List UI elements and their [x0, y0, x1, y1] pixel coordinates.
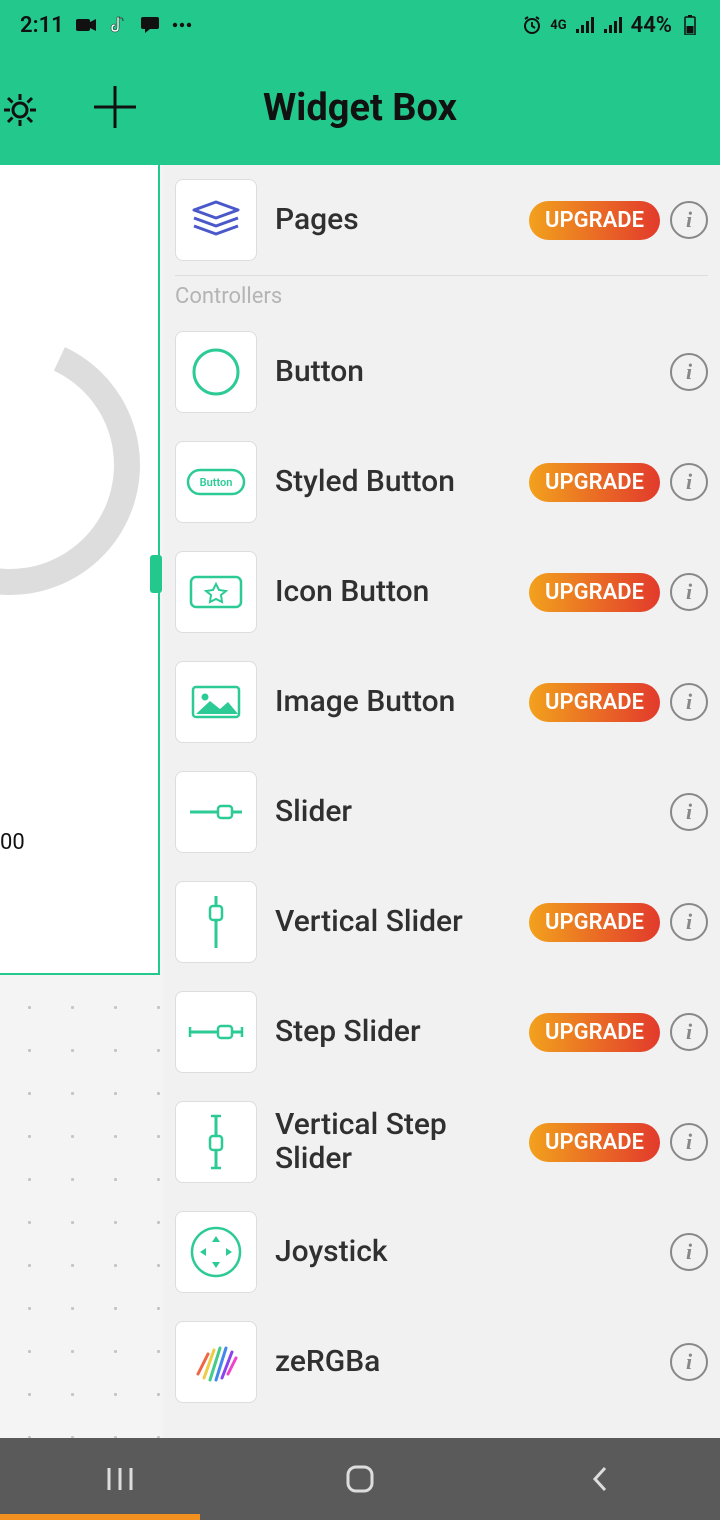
widget-label: Step Slider	[257, 1015, 529, 1050]
slider-icon	[175, 771, 257, 853]
widget-panel: Pages UPGRADE i Controllers Button i But…	[163, 165, 720, 1520]
widget-label: Icon Button	[257, 575, 529, 610]
widget-item-vertical-step-slider[interactable]: Vertical Step Slider UPGRADE i	[163, 1087, 720, 1197]
step-slider-icon	[175, 991, 257, 1073]
upgrade-badge[interactable]: UPGRADE	[529, 201, 660, 240]
styled-button-icon: Button	[175, 441, 257, 523]
upgrade-badge[interactable]: UPGRADE	[529, 1013, 660, 1052]
upgrade-badge[interactable]: UPGRADE	[529, 463, 660, 502]
tiktok-icon	[108, 15, 128, 35]
info-button[interactable]: i	[670, 903, 708, 941]
upgrade-badge[interactable]: UPGRADE	[529, 1123, 660, 1162]
vertical-step-slider-icon	[175, 1101, 257, 1183]
signal-icon	[575, 15, 595, 35]
gauge-value: 00	[0, 830, 25, 855]
canvas-peek[interactable]: 00	[0, 165, 160, 975]
network-label: 4G	[550, 18, 566, 33]
section-controllers: Controllers	[163, 276, 720, 317]
bottom-accent	[0, 1514, 200, 1520]
nav-home[interactable]	[330, 1459, 390, 1499]
widget-item-step-slider[interactable]: Step Slider UPGRADE i	[163, 977, 720, 1087]
widget-item-icon-button[interactable]: Icon Button UPGRADE i	[163, 537, 720, 647]
system-nav-bar	[0, 1438, 720, 1520]
widget-item-styled-button[interactable]: Button Styled Button UPGRADE i	[163, 427, 720, 537]
upgrade-badge[interactable]: UPGRADE	[529, 903, 660, 942]
joystick-icon	[175, 1211, 257, 1293]
widget-item-image-button[interactable]: Image Button UPGRADE i	[163, 647, 720, 757]
image-button-icon	[175, 661, 257, 743]
nav-back[interactable]	[570, 1459, 630, 1499]
widget-item-pages[interactable]: Pages UPGRADE i	[163, 165, 720, 275]
upgrade-badge[interactable]: UPGRADE	[529, 573, 660, 612]
upgrade-badge[interactable]: UPGRADE	[529, 683, 660, 722]
widget-label: Button	[257, 355, 670, 390]
widget-label: Image Button	[257, 685, 529, 720]
info-button[interactable]: i	[670, 463, 708, 501]
camera-icon	[76, 15, 96, 35]
canvas-grid	[0, 978, 160, 1438]
status-time: 2:11	[20, 13, 64, 38]
circle-icon	[175, 331, 257, 413]
info-button[interactable]: i	[670, 1233, 708, 1271]
nav-recents[interactable]	[90, 1459, 150, 1499]
status-bar: 2:11 4G 44%	[0, 0, 720, 50]
info-button[interactable]: i	[670, 1343, 708, 1381]
pages-icon	[175, 179, 257, 261]
widget-item-zergba[interactable]: zeRGBa i	[163, 1307, 720, 1417]
app-header: Widget Box	[0, 50, 720, 165]
info-button[interactable]: i	[670, 793, 708, 831]
info-button[interactable]: i	[670, 1013, 708, 1051]
widget-label: Joystick	[257, 1235, 670, 1270]
panel-drag-handle[interactable]	[150, 555, 162, 593]
info-button[interactable]: i	[670, 573, 708, 611]
info-button[interactable]: i	[670, 1123, 708, 1161]
widget-item-vertical-slider[interactable]: Vertical Slider UPGRADE i	[163, 867, 720, 977]
widget-label: Vertical Step Slider	[257, 1108, 529, 1177]
zergba-icon	[175, 1321, 257, 1403]
info-button[interactable]: i	[670, 683, 708, 721]
more-icon	[172, 15, 192, 35]
widget-label: Pages	[257, 203, 529, 238]
chat-icon	[140, 15, 160, 35]
alarm-icon	[522, 15, 542, 35]
widget-item-slider[interactable]: Slider i	[163, 757, 720, 867]
info-button[interactable]: i	[670, 201, 708, 239]
widget-label: zeRGBa	[257, 1345, 670, 1380]
battery-icon	[680, 15, 700, 35]
widget-item-button[interactable]: Button i	[163, 317, 720, 427]
vertical-slider-icon	[175, 881, 257, 963]
signal2-icon	[603, 15, 623, 35]
widget-label: Vertical Slider	[257, 905, 529, 940]
widget-label: Slider	[257, 795, 670, 830]
widget-item-joystick[interactable]: Joystick i	[163, 1197, 720, 1307]
info-button[interactable]: i	[670, 353, 708, 391]
widget-label: Styled Button	[257, 465, 529, 500]
icon-button-icon	[175, 551, 257, 633]
svg-text:Button: Button	[200, 476, 233, 489]
battery-pct: 44%	[631, 13, 672, 38]
page-title: Widget Box	[0, 86, 720, 130]
